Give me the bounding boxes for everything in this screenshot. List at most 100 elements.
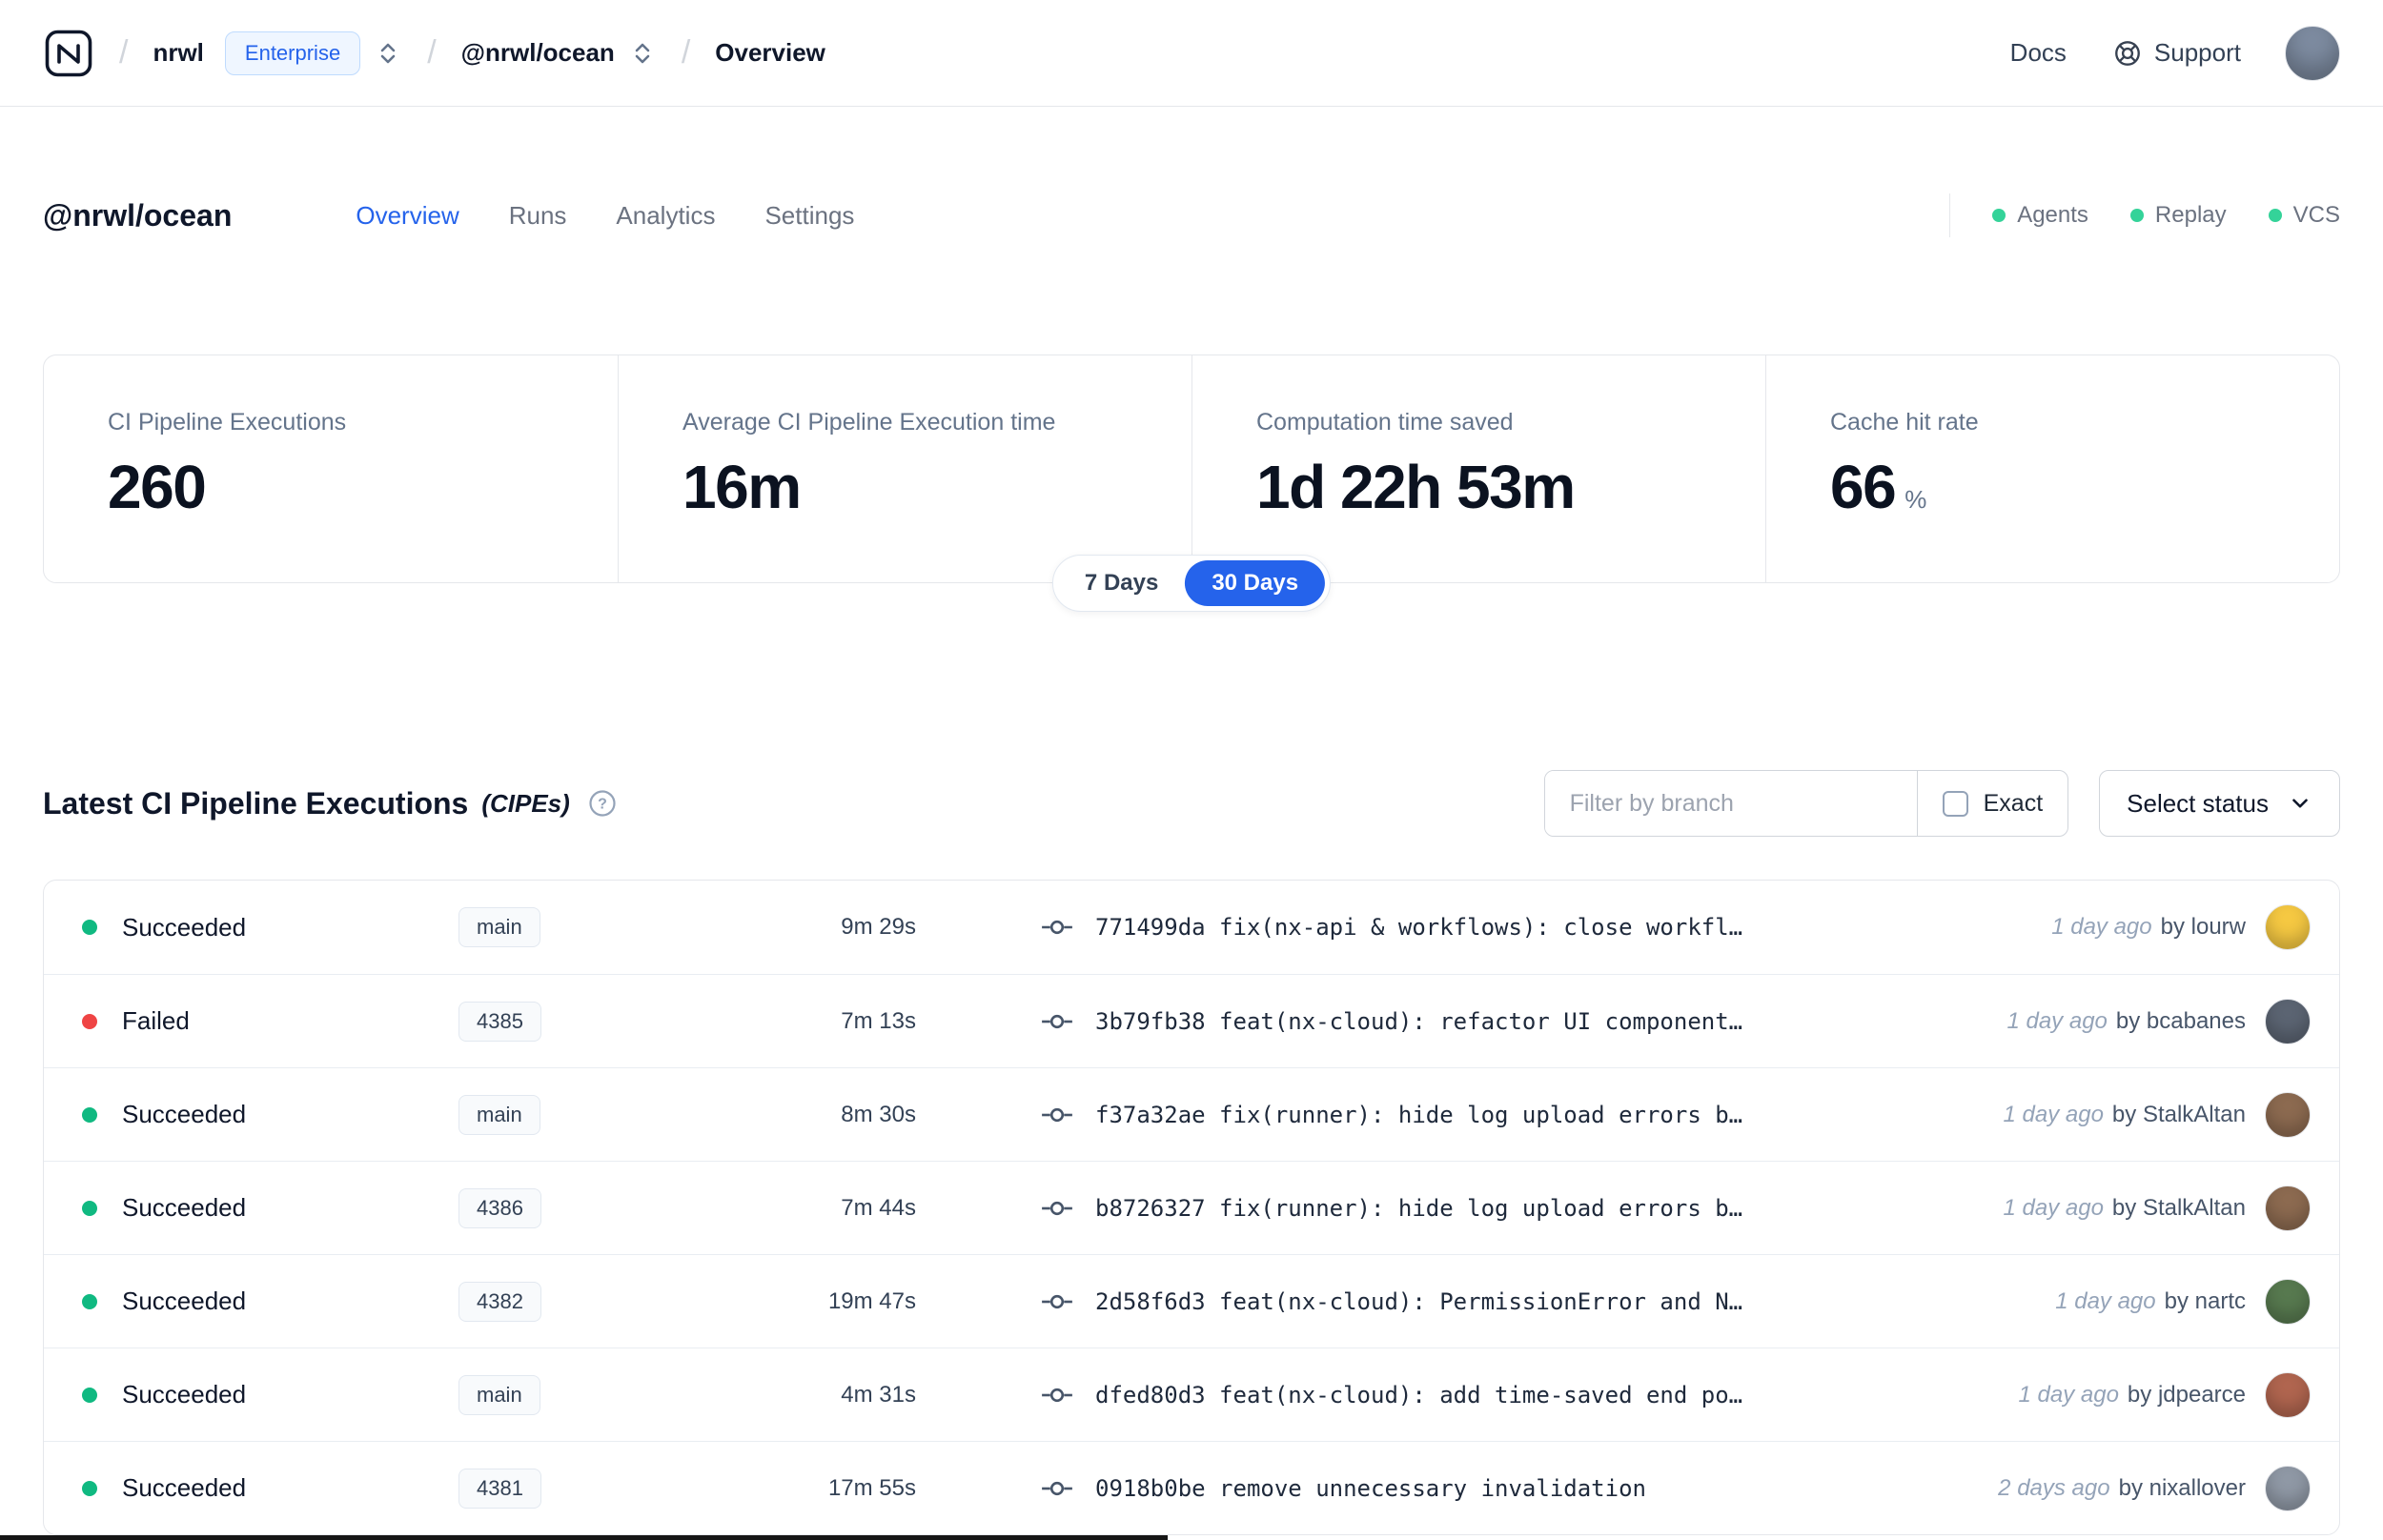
support-label: Support xyxy=(2153,38,2241,67)
stat-label: Cache hit rate xyxy=(1830,409,1979,436)
branch-badge[interactable]: main xyxy=(458,1374,540,1415)
branch-badge[interactable]: 4385 xyxy=(458,1001,541,1042)
cipes-section-header: Latest CI Pipeline Executions (CIPEs) ? … xyxy=(43,769,2340,838)
status-vcs[interactable]: VCS xyxy=(2268,202,2340,229)
stats-section: CI Pipeline Executions 260 Average CI Pi… xyxy=(43,355,2340,612)
cipes-subtitle: (CIPEs) xyxy=(481,788,570,818)
breadcrumb-page: Overview xyxy=(715,38,825,67)
status-cell: Succeeded xyxy=(82,1380,458,1409)
range-30-days-button[interactable]: 30 Days xyxy=(1185,560,1326,606)
nx-logo-icon[interactable] xyxy=(43,28,94,79)
duration-label: 19m 47s xyxy=(827,1287,916,1314)
status-dot xyxy=(82,1480,97,1496)
stat-label: Computation time saved xyxy=(1256,409,1514,436)
status-dot xyxy=(82,1387,97,1403)
table-row[interactable]: Succeeded main 4m 31s dfed80d3 feat(nx-c… xyxy=(44,1348,2339,1441)
status-label: Succeeded xyxy=(122,912,247,942)
branch-badge[interactable]: main xyxy=(458,1094,540,1135)
breadcrumb-org[interactable]: nrwl xyxy=(153,38,203,68)
table-row[interactable]: Succeeded 4382 19m 47s 2d58f6d3 feat(nx-… xyxy=(44,1254,2339,1348)
page-title: @nrwl/ocean xyxy=(43,197,233,233)
exact-label: Exact xyxy=(1983,789,2044,817)
branch-badge[interactable]: main xyxy=(458,907,540,947)
status-cell: Succeeded xyxy=(82,1473,458,1503)
commit-cell[interactable]: 3b79fb38 feat(nx-cloud): refactor UI com… xyxy=(1040,1008,1742,1035)
commit-cell[interactable]: b8726327 fix(runner): hide log upload er… xyxy=(1040,1195,1742,1222)
tab-overview[interactable]: Overview xyxy=(356,201,458,231)
exact-toggle[interactable]: Exact xyxy=(1916,771,2068,836)
support-link[interactable]: Support xyxy=(2112,38,2241,69)
tab-settings[interactable]: Settings xyxy=(764,201,854,231)
author-label: by nixallover xyxy=(2118,1474,2246,1501)
org-switcher-chevron-icon[interactable] xyxy=(374,39,402,68)
table-row[interactable]: Succeeded main 8m 30s f37a32ae fix(runne… xyxy=(44,1067,2339,1161)
commit-message: feat(nx-cloud): PermissionError and N… xyxy=(1219,1287,1743,1315)
commit-hash: 2d58f6d3 xyxy=(1095,1287,1206,1315)
branch-badge[interactable]: 4381 xyxy=(458,1468,541,1509)
commit-text: b8726327 fix(runner): hide log upload er… xyxy=(1095,1195,1742,1222)
status-cell: Succeeded xyxy=(82,913,458,942)
chevron-down-icon xyxy=(2292,799,2308,808)
breadcrumb-workspace[interactable]: @nrwl/ocean xyxy=(461,38,615,68)
commit-text: 0918b0be remove unnecessary invalidation xyxy=(1095,1475,1646,1502)
percent-suffix: % xyxy=(1904,485,1927,514)
exact-checkbox[interactable] xyxy=(1942,790,1968,817)
green-status-dot xyxy=(1992,209,2006,222)
status-select-dropdown[interactable]: Select status xyxy=(2099,770,2340,837)
table-row[interactable]: Succeeded 4386 7m 44s b8726327 fix(runne… xyxy=(44,1161,2339,1254)
status-cell: Succeeded xyxy=(82,1287,458,1316)
table-row[interactable]: Succeeded 4381 17m 55s 0918b0be remove u… xyxy=(44,1441,2339,1534)
meta-cell: 1 day ago by lourw xyxy=(2051,904,2311,950)
range-7-days-button[interactable]: 7 Days xyxy=(1058,560,1185,606)
commit-cell[interactable]: 2d58f6d3 feat(nx-cloud): PermissionError… xyxy=(1040,1288,1742,1315)
commit-text: 771499da fix(nx-api & workflows): close … xyxy=(1095,914,1742,941)
meta-cell: 2 days ago by nixallover xyxy=(1998,1465,2311,1511)
table-row[interactable]: Failed 4385 7m 13s 3b79fb38 feat(nx-clou… xyxy=(44,974,2339,1067)
status-label: Succeeded xyxy=(122,1287,247,1315)
workspace-switcher-chevron-icon[interactable] xyxy=(628,39,657,68)
stat-average-execution-time: Average CI Pipeline Execution time 16m xyxy=(618,355,1192,582)
branch-cell: main xyxy=(458,907,764,947)
author-label: by bcabanes xyxy=(2115,1007,2246,1034)
status-cell: Succeeded xyxy=(82,1100,458,1129)
branch-badge[interactable]: 4386 xyxy=(458,1187,541,1228)
commit-text: f37a32ae fix(runner): hide log upload er… xyxy=(1095,1102,1742,1128)
branch-cell: 4385 xyxy=(458,1001,764,1042)
tab-analytics[interactable]: Analytics xyxy=(616,201,715,231)
date-range-toggle: 7 Days 30 Days xyxy=(1051,555,1332,612)
commit-cell[interactable]: f37a32ae fix(runner): hide log upload er… xyxy=(1040,1102,1742,1128)
avatar xyxy=(2265,1465,2311,1511)
stat-value: 260 xyxy=(108,453,207,521)
branch-badge[interactable]: 4382 xyxy=(458,1281,541,1322)
status-vcs-label: VCS xyxy=(2292,202,2340,228)
status-agents[interactable]: Agents xyxy=(1992,202,2088,229)
breadcrumb-separator: / xyxy=(681,34,691,71)
branch-filter-input[interactable] xyxy=(1544,771,1917,836)
status-replay[interactable]: Replay xyxy=(2129,202,2227,229)
git-commit-icon xyxy=(1042,1388,1072,1402)
status-cell: Failed xyxy=(82,1006,458,1036)
commit-cell[interactable]: 771499da fix(nx-api & workflows): close … xyxy=(1040,914,1742,941)
tab-runs[interactable]: Runs xyxy=(509,201,567,231)
author-label: by nartc xyxy=(2164,1287,2246,1314)
stats-card-row: CI Pipeline Executions 260 Average CI Pi… xyxy=(43,355,2340,583)
commit-hash: 0918b0be xyxy=(1095,1474,1206,1502)
enterprise-badge[interactable]: Enterprise xyxy=(224,30,361,75)
lifebuoy-icon xyxy=(2115,40,2140,66)
table-row[interactable]: Succeeded main 9m 29s 771499da fix(nx-ap… xyxy=(44,881,2339,974)
stat-computation-time-saved: Computation time saved 1d 22h 53m xyxy=(1192,355,1765,582)
stat-ci-pipeline-executions: CI Pipeline Executions 260 xyxy=(44,355,618,582)
git-commit-icon xyxy=(1042,1201,1072,1215)
commit-message: fix(runner): hide log upload errors b… xyxy=(1219,1194,1743,1222)
docs-link[interactable]: Docs xyxy=(2010,38,2067,68)
meta-cell: 1 day ago by bcabanes xyxy=(2006,998,2311,1044)
commit-cell[interactable]: dfed80d3 feat(nx-cloud): add time-saved … xyxy=(1040,1382,1742,1408)
help-icon[interactable]: ? xyxy=(587,788,618,819)
user-avatar[interactable] xyxy=(2285,25,2340,81)
avatar xyxy=(2265,1185,2311,1231)
duration-label: 7m 13s xyxy=(841,1007,916,1034)
commit-message: feat(nx-cloud): add time-saved end po… xyxy=(1219,1381,1743,1408)
commit-cell[interactable]: 0918b0be remove unnecessary invalidation xyxy=(1040,1475,1646,1502)
relative-time: 1 day ago xyxy=(2003,1101,2104,1127)
meta-cell: 1 day ago by StalkAltan xyxy=(2004,1185,2311,1231)
